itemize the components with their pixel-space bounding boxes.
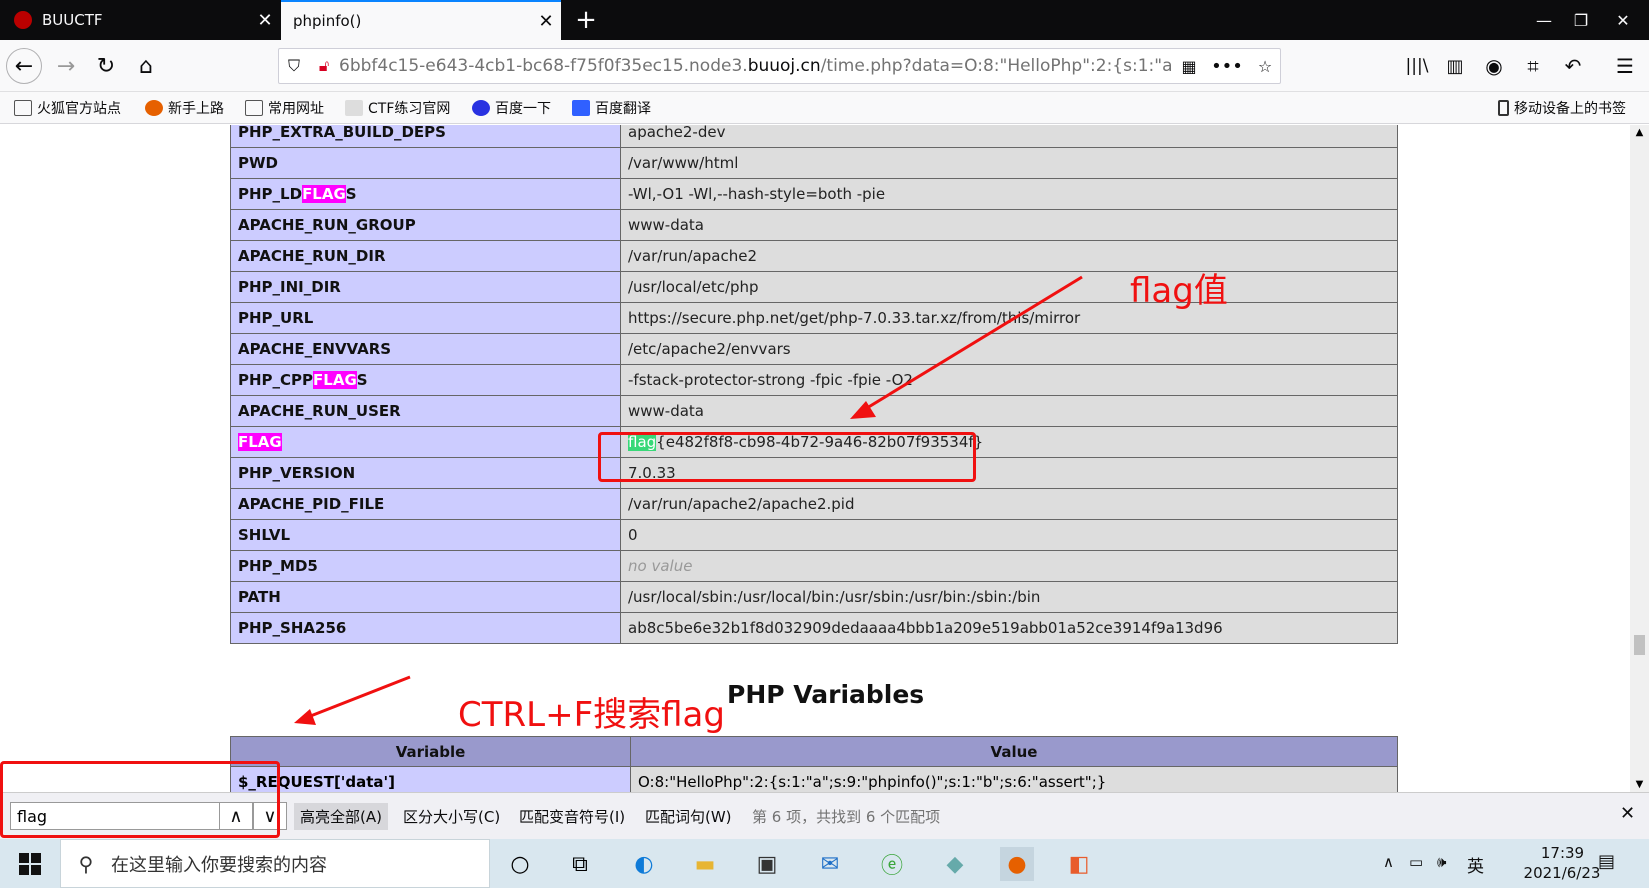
file-explorer-icon[interactable]: ▬ bbox=[688, 847, 722, 881]
highlight-all-toggle[interactable]: 高亮全部(A) bbox=[294, 803, 388, 830]
tab-buuctf[interactable]: BUUCTF ✕ bbox=[0, 0, 280, 40]
find-close-icon[interactable]: ✕ bbox=[1620, 803, 1635, 824]
undo-icon[interactable]: ↶ bbox=[1555, 48, 1591, 84]
tray-chevron-icon[interactable]: ∧ bbox=[1383, 853, 1394, 871]
edge-icon[interactable]: ◐ bbox=[627, 847, 661, 881]
home-button[interactable]: ⌂ bbox=[128, 48, 164, 84]
notification-icon[interactable]: ▤ bbox=[1598, 851, 1615, 872]
clock-time[interactable]: 17:39 bbox=[1515, 844, 1610, 862]
windows-taskbar: ⚲ 在这里输入你要搜索的内容 ○ ⧉ ◐ ▬ ▣ ✉ ⓔ ◆ ● ◧ ∧ ▭ 🕪… bbox=[0, 839, 1649, 888]
tab-strip: BUUCTF ✕ phpinfo() ✕ + — ❐ ✕ bbox=[0, 0, 1649, 40]
screenshot-icon[interactable]: ⌗ bbox=[1515, 48, 1551, 84]
url-bar[interactable]: ⛉ 🔓︎ 6bbf4c15-e643-4cb1-bc68-f75f0f35ec1… bbox=[278, 48, 1281, 84]
minimize-button[interactable]: — bbox=[1515, 0, 1573, 40]
app-icon[interactable]: ◆ bbox=[938, 847, 972, 881]
match-diacritics-toggle[interactable]: 匹配变音符号(I) bbox=[519, 806, 625, 827]
whole-words-toggle[interactable]: 匹配词句(W) bbox=[645, 806, 732, 827]
tab-close-icon[interactable]: ✕ bbox=[531, 11, 561, 32]
qr-code-icon[interactable]: ▦ bbox=[1174, 57, 1204, 76]
taskbar-search-box[interactable]: ⚲ 在这里输入你要搜索的内容 bbox=[60, 839, 490, 888]
volume-icon[interactable]: 🕪︎ bbox=[1437, 853, 1446, 871]
bookmark-item[interactable]: CTF练习官网 bbox=[345, 98, 450, 118]
task-view-icon[interactable]: ⧉ bbox=[563, 847, 597, 881]
baidu-paw-icon bbox=[472, 100, 490, 116]
firefox-taskbar-icon[interactable]: ● bbox=[1000, 847, 1034, 881]
url-text[interactable]: 6bbf4c15-e643-4cb1-bc68-f75f0f35ec15.nod… bbox=[339, 56, 1174, 76]
arrow-to-findbar bbox=[307, 675, 411, 719]
tab-close-icon[interactable]: ✕ bbox=[250, 10, 280, 31]
bookmark-star-icon[interactable]: ☆ bbox=[1250, 57, 1280, 76]
scroll-down-icon[interactable]: ▼ bbox=[1630, 779, 1649, 790]
ime-indicator[interactable]: 英 bbox=[1467, 852, 1484, 877]
mobile-bookmarks[interactable]: 移动设备上的书签 bbox=[1498, 98, 1626, 118]
folder-icon bbox=[14, 100, 32, 116]
shield-icon[interactable]: ⛉ bbox=[279, 56, 309, 76]
baidu-translate-icon bbox=[572, 100, 590, 116]
sublime-icon[interactable]: ◧ bbox=[1062, 847, 1096, 881]
insecure-lock-icon[interactable]: 🔓︎ bbox=[309, 56, 339, 76]
mobile-device-icon bbox=[1498, 100, 1509, 116]
new-tab-button[interactable]: + bbox=[570, 4, 602, 36]
reload-button[interactable]: ↻ bbox=[88, 48, 124, 84]
arrow-to-flag bbox=[861, 275, 1083, 413]
start-button[interactable] bbox=[0, 839, 60, 888]
bookmark-item[interactable]: 百度翻译 bbox=[572, 98, 651, 118]
tab-title: phpinfo() bbox=[293, 12, 362, 30]
library-icon[interactable]: |||\ bbox=[1399, 48, 1435, 84]
findbar-highlight-box bbox=[0, 761, 280, 838]
sidebar-icon[interactable]: ▥ bbox=[1437, 48, 1473, 84]
back-button[interactable]: ← bbox=[6, 48, 42, 84]
store-icon[interactable]: ▣ bbox=[750, 847, 784, 881]
bookmark-item[interactable]: 新手上路 bbox=[145, 98, 224, 118]
bookmark-item[interactable]: 百度一下 bbox=[472, 98, 551, 118]
menu-icon[interactable]: ☰ bbox=[1607, 48, 1643, 84]
navigation-toolbar: ← → ↻ ⌂ ⛉ 🔓︎ 6bbf4c15-e643-4cb1-bc68-f75… bbox=[0, 40, 1649, 92]
tab-phpinfo[interactable]: phpinfo() ✕ bbox=[281, 0, 561, 40]
scroll-up-icon[interactable]: ▲ bbox=[1630, 127, 1649, 138]
vertical-scrollbar[interactable]: ▲ ▼ bbox=[1630, 125, 1649, 792]
mail-icon[interactable]: ✉ bbox=[813, 847, 847, 881]
bookmark-item[interactable]: 火狐官方站点 bbox=[14, 98, 121, 118]
scroll-thumb[interactable] bbox=[1634, 635, 1645, 655]
page-content: PHP_EXTRA_BUILD_DEPS apache2-dev PWD/var/w… bbox=[0, 125, 1630, 792]
folder-icon bbox=[245, 100, 263, 116]
buuctf-favicon-icon bbox=[14, 11, 32, 29]
ctf-icon bbox=[345, 100, 363, 116]
page-actions-icon[interactable]: ••• bbox=[1204, 56, 1250, 77]
search-icon: ⚲ bbox=[78, 851, 94, 876]
window-close-button[interactable]: ✕ bbox=[1598, 0, 1648, 40]
browser-e-icon[interactable]: ⓔ bbox=[875, 847, 909, 881]
bookmark-item[interactable]: 常用网址 bbox=[245, 98, 324, 118]
arrowhead-icon bbox=[294, 709, 316, 725]
windows-logo-icon bbox=[19, 852, 41, 875]
bookmarks-toolbar: 火狐官方站点 新手上路 常用网址 CTF练习官网 百度一下 百度翻译 移动设备上… bbox=[0, 92, 1649, 124]
firefox-icon bbox=[145, 100, 163, 116]
tab-title: BUUCTF bbox=[42, 11, 103, 29]
annotation-arrows bbox=[294, 275, 1083, 725]
network-icon[interactable]: ▭ bbox=[1409, 853, 1423, 871]
account-icon[interactable]: ◉ bbox=[1476, 48, 1512, 84]
forward-button[interactable]: → bbox=[48, 48, 84, 84]
find-status: 第 6 项，共找到 6 个匹配项 bbox=[752, 808, 941, 826]
find-bar: ∧ ∨ 高亮全部(A) 区分大小写(C) 匹配变音符号(I) 匹配词句(W) 第… bbox=[0, 761, 1649, 839]
match-case-toggle[interactable]: 区分大小写(C) bbox=[403, 806, 500, 827]
restore-button[interactable]: ❐ bbox=[1566, 0, 1596, 40]
cortana-icon[interactable]: ○ bbox=[503, 847, 537, 881]
